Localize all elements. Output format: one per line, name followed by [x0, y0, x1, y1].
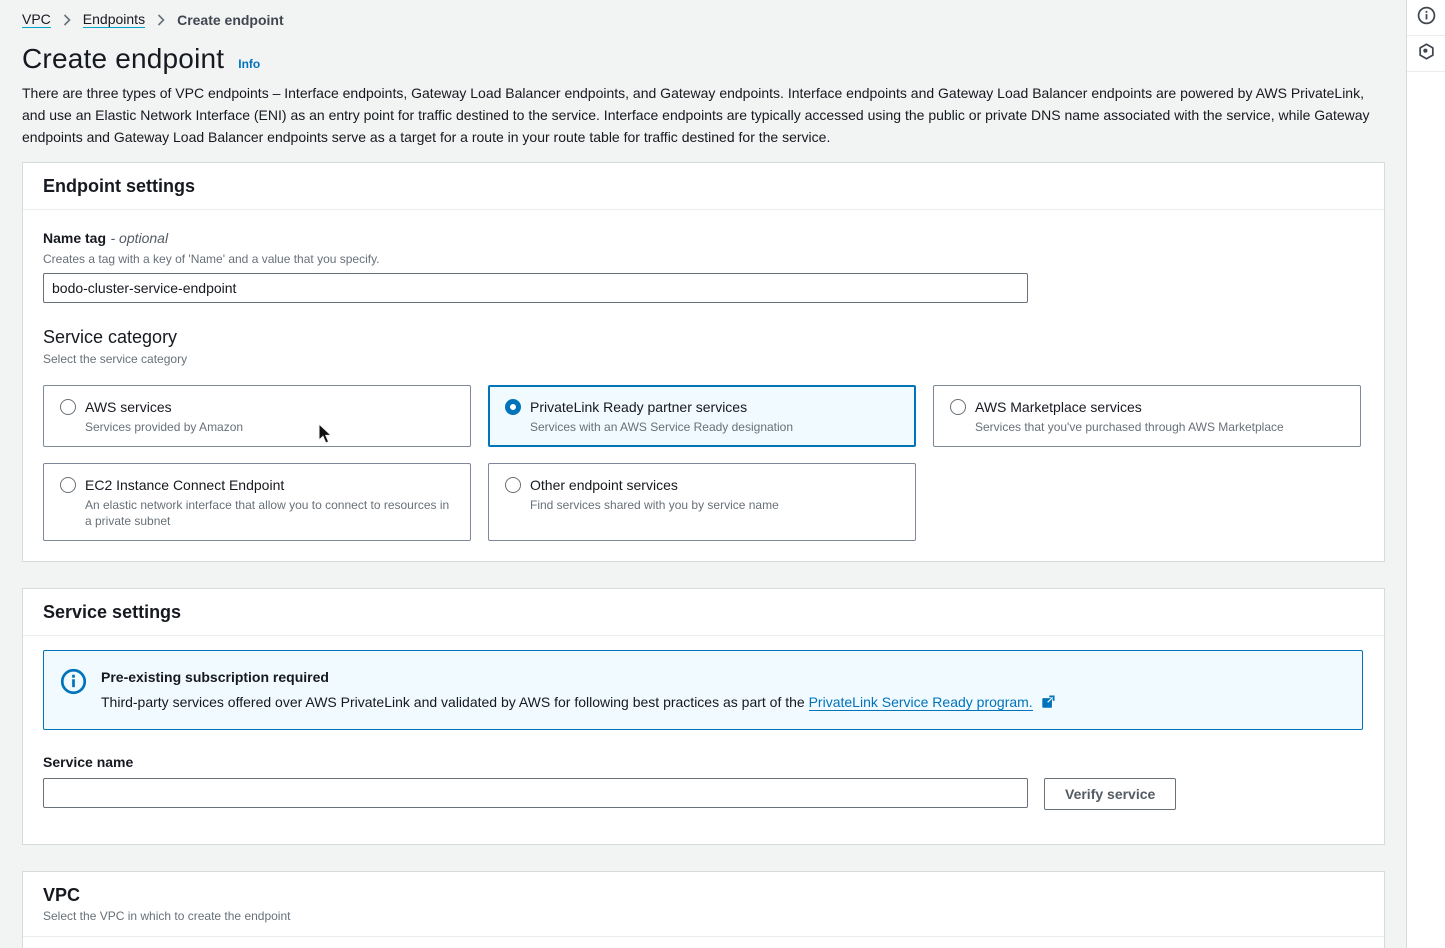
- radio-icon[interactable]: [505, 399, 521, 415]
- page-description: There are three types of VPC endpoints –…: [22, 82, 1382, 148]
- main-content: VPC Endpoints Create endpoint Create end…: [0, 0, 1406, 948]
- chevron-right-icon: [157, 14, 165, 26]
- service-settings-section: Service settings Pre-existing subscripti…: [22, 588, 1385, 845]
- vpc-section: VPC Select the VPC in which to create th…: [22, 871, 1385, 948]
- endpoint-settings-section: Endpoint settings Name tag - optional Cr…: [22, 162, 1385, 562]
- radio-icon[interactable]: [505, 477, 521, 493]
- alert-message: Third-party services offered over AWS Pr…: [101, 691, 1055, 715]
- name-tag-label: Name tag: [43, 230, 106, 246]
- service-name-input[interactable]: [43, 778, 1028, 808]
- breadcrumb: VPC Endpoints Create endpoint: [22, 11, 1385, 28]
- info-alert: Pre-existing subscription required Third…: [43, 650, 1363, 730]
- card-description: Services provided by Amazon: [85, 419, 243, 435]
- info-circle-icon: [1417, 6, 1436, 30]
- breadcrumb-current: Create endpoint: [177, 12, 284, 28]
- card-title: EC2 Instance Connect Endpoint: [85, 475, 454, 495]
- radio-icon[interactable]: [950, 399, 966, 415]
- section-title: Service settings: [43, 601, 1364, 623]
- card-description: Services with an AWS Service Ready desig…: [530, 419, 793, 435]
- section-title: VPC: [43, 884, 1364, 906]
- amazon-q-panel-button[interactable]: [1407, 36, 1445, 72]
- radio-icon[interactable]: [60, 399, 76, 415]
- breadcrumb-link-endpoints[interactable]: Endpoints: [83, 11, 145, 28]
- service-name-label: Service name: [43, 752, 1364, 772]
- card-title: AWS Marketplace services: [975, 397, 1284, 417]
- radio-card-aws-marketplace[interactable]: AWS Marketplace services Services that y…: [933, 385, 1361, 447]
- privatelink-program-link[interactable]: PrivateLink Service Ready program.: [809, 694, 1033, 711]
- card-title: Other endpoint services: [530, 475, 779, 495]
- info-circle-icon: [60, 668, 87, 715]
- service-category-label: Service category: [43, 325, 1364, 349]
- info-link[interactable]: Info: [238, 57, 260, 71]
- section-title: Endpoint settings: [43, 175, 1364, 197]
- radio-card-other-endpoint-services[interactable]: Other endpoint services Find services sh…: [488, 463, 916, 541]
- card-title: PrivateLink Ready partner services: [530, 397, 793, 417]
- external-link-icon[interactable]: [1041, 693, 1055, 715]
- amazon-q-icon: [1417, 42, 1436, 66]
- radio-icon[interactable]: [60, 477, 76, 493]
- tools-rail: [1406, 0, 1445, 948]
- name-tag-optional: - optional: [110, 230, 168, 246]
- service-category-description: Select the service category: [43, 351, 1364, 367]
- radio-card-ec2-instance-connect[interactable]: EC2 Instance Connect Endpoint An elastic…: [43, 463, 471, 541]
- page-title: Create endpoint: [22, 43, 224, 75]
- chevron-right-icon: [63, 14, 71, 26]
- name-tag-constraint: Creates a tag with a key of 'Name' and a…: [43, 251, 1364, 267]
- card-description: An elastic network interface that allow …: [85, 497, 454, 529]
- vpc-section-description: Select the VPC in which to create the en…: [43, 908, 1364, 924]
- service-category-options: AWS services Services provided by Amazon…: [43, 385, 1364, 541]
- info-panel-button[interactable]: [1407, 0, 1445, 36]
- card-title: AWS services: [85, 397, 243, 417]
- breadcrumb-link-vpc[interactable]: VPC: [22, 11, 51, 28]
- card-description: Services that you've purchased through A…: [975, 419, 1284, 435]
- radio-card-aws-services[interactable]: AWS services Services provided by Amazon: [43, 385, 471, 447]
- card-description: Find services shared with you by service…: [530, 497, 779, 513]
- alert-title: Pre-existing subscription required: [101, 667, 1055, 687]
- verify-service-button[interactable]: Verify service: [1044, 778, 1176, 810]
- name-tag-input[interactable]: [43, 273, 1028, 303]
- radio-card-privatelink-ready[interactable]: PrivateLink Ready partner services Servi…: [488, 385, 916, 447]
